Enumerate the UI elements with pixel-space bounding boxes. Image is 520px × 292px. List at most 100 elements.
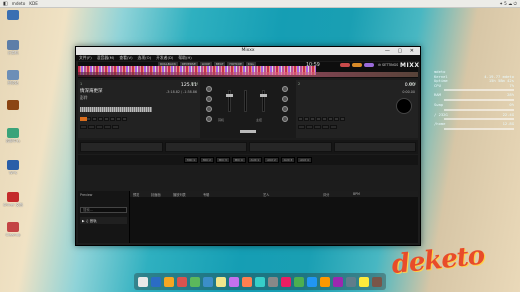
deck-waveform[interactable] (80, 107, 152, 112)
overview-waveform[interactable]: ROLLBACK REVERSE LOOP BEAT HOTCUE KILL 10:59 … (78, 62, 419, 78)
hotcue-button[interactable] (316, 117, 321, 121)
hotcue-button[interactable] (310, 117, 315, 121)
loop-button[interactable] (314, 125, 321, 129)
column-header[interactable]: BPM (350, 192, 374, 196)
dock-app-icon[interactable] (294, 276, 305, 287)
play-button[interactable] (298, 125, 305, 129)
desktop-icon[interactable]: 回收站 (2, 70, 24, 86)
low-knob-right[interactable] (282, 116, 288, 122)
dock-app-icon[interactable] (372, 276, 383, 287)
menu-item[interactable]: 帮助(H) (178, 55, 191, 61)
column-header[interactable]: 评分 (320, 192, 350, 197)
menu-label[interactable]: KDE (29, 1, 38, 6)
hotcue-button[interactable] (334, 117, 339, 121)
crossfader[interactable] (240, 130, 256, 133)
gain-knob-right[interactable] (282, 86, 288, 92)
loop-button[interactable] (112, 125, 119, 129)
dock-app-icon[interactable] (281, 276, 292, 287)
high-knob-right[interactable] (282, 96, 288, 102)
hotcue-button[interactable] (328, 117, 333, 121)
dock-app-icon[interactable] (189, 276, 200, 287)
hotcue-button[interactable] (92, 117, 97, 121)
gain-knob-left[interactable] (206, 86, 212, 92)
mic-aux-button[interactable]: MIC 4 (231, 157, 246, 163)
desktop-icon[interactable]: 控制中心 (2, 128, 24, 144)
desktop-icon[interactable] (2, 10, 24, 21)
hotcue-button[interactable] (98, 117, 103, 121)
desktop-icon[interactable]: WPS (2, 160, 24, 175)
hotcue-button[interactable] (304, 117, 309, 121)
mic-aux-button[interactable]: AUX 1 (247, 157, 263, 163)
hotcue-button[interactable] (110, 117, 115, 121)
menu-item[interactable]: 查看(V) (119, 55, 132, 61)
hotcue-button[interactable] (122, 117, 127, 121)
sampler-slot[interactable] (333, 142, 416, 152)
column-header[interactable]: 艺人 (260, 192, 320, 197)
broadcast-button[interactable] (352, 63, 362, 67)
dock-app-icon[interactable] (137, 276, 148, 287)
loop-button[interactable] (330, 125, 337, 129)
dock-app-icon[interactable] (333, 276, 344, 287)
mid-knob-left[interactable] (206, 106, 212, 112)
dock-app-icon[interactable] (254, 276, 265, 287)
high-knob-left[interactable] (206, 96, 212, 102)
dock-app-icon[interactable] (228, 276, 239, 287)
desktop-icon[interactable]: Cleanup (2, 222, 24, 237)
effect-label[interactable]: LOOP (199, 62, 212, 66)
tree-item-tracks[interactable]: ▶ ♫ 音轨 (80, 217, 127, 224)
hotcue-button[interactable] (322, 117, 327, 121)
column-header[interactable]: 专辑 (200, 192, 260, 197)
loop-button[interactable] (88, 125, 95, 129)
column-header[interactable]: 封面面 (148, 192, 170, 197)
effect-label[interactable]: KILL (245, 62, 257, 66)
dock-app-icon[interactable] (346, 276, 357, 287)
sampler-slot[interactable] (164, 142, 247, 152)
effect-label[interactable]: ROLLBACK (158, 62, 178, 66)
hotcue-button[interactable] (116, 117, 121, 121)
bpm-value[interactable]: 0.00 (405, 83, 415, 88)
column-header[interactable]: 播放列表 (170, 192, 200, 197)
dock-app-icon[interactable] (307, 276, 318, 287)
dock-app-icon[interactable] (267, 276, 278, 287)
sampler-slot[interactable] (249, 142, 332, 152)
app-menu-icon[interactable]: ◧ (3, 0, 8, 8)
master-fader[interactable] (244, 90, 247, 112)
effect-label[interactable]: BEAT (213, 62, 226, 66)
effect-label[interactable]: HOTCUE (227, 62, 244, 66)
dock-app-icon[interactable] (241, 276, 252, 287)
rec-button[interactable] (340, 63, 350, 67)
window-controls[interactable]: — ▢ ✕ (385, 47, 417, 55)
mic-aux-button[interactable]: MIC 1 (184, 157, 199, 163)
hotcue-button[interactable] (298, 117, 303, 121)
menu-item[interactable]: 开发者(D) (156, 55, 173, 61)
mic-aux-button[interactable]: AUX 2 (264, 157, 279, 163)
loop-button[interactable] (96, 125, 103, 129)
dock-app-icon[interactable] (320, 276, 331, 287)
dock-app-icon[interactable] (359, 276, 370, 287)
sampler-button[interactable] (364, 63, 374, 67)
desktop-icon[interactable] (2, 100, 24, 111)
library-search-input[interactable]: 搜索... (80, 207, 127, 213)
desktop-icon[interactable]: 计算机 (2, 40, 24, 56)
column-header[interactable]: 预览 (130, 192, 148, 197)
menu-item[interactable]: 混音器(M) (97, 55, 115, 61)
mic-aux-button[interactable]: MIC 2 (200, 157, 214, 163)
bpm-value[interactable]: 125.11 (181, 83, 197, 88)
status-area[interactable]: ✦ 5 ☁ ⏻ (499, 1, 517, 6)
mic-aux-button[interactable]: AUX 3 (280, 157, 296, 163)
play-button[interactable] (80, 125, 87, 129)
fader-cap-left[interactable] (226, 94, 233, 97)
menu-item[interactable]: 选项(O) (138, 55, 152, 61)
desktop-icon[interactable]: Shiver 文档 (2, 192, 24, 208)
user-label[interactable]: mdeto (12, 1, 26, 6)
fader-cap-right[interactable] (260, 94, 267, 97)
menu-item[interactable]: 文件(F) (79, 55, 92, 61)
window-titlebar[interactable]: Mixxx — ▢ ✕ (76, 47, 420, 55)
settings-button[interactable]: ⚙ SETTINGS (378, 63, 398, 67)
sampler-slot[interactable] (80, 142, 163, 152)
cue-button[interactable] (80, 117, 87, 121)
hotcue-button[interactable] (104, 117, 109, 121)
mic-aux-button[interactable]: MIC 3 (215, 157, 230, 163)
dock-app-icon[interactable] (150, 276, 161, 287)
loop-button[interactable] (306, 125, 313, 129)
